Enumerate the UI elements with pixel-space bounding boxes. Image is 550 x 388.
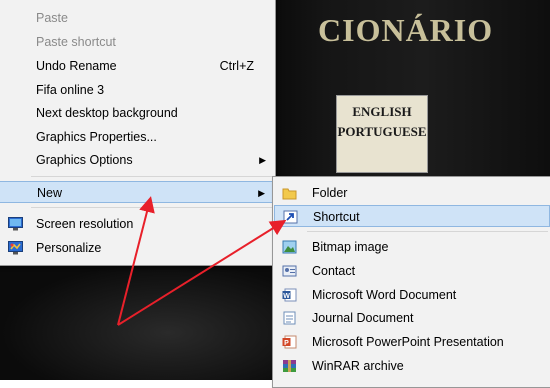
menu-item-shortcut-key: Ctrl+Z (219, 59, 254, 73)
book-label-line: PORTUGUESE (337, 124, 427, 139)
submenu-item-folder[interactable]: Folder (274, 182, 550, 204)
submenu-item-label: Bitmap image (312, 240, 389, 254)
powerpoint-icon: P (282, 335, 297, 349)
menu-item-personalize[interactable]: Personalize (0, 237, 274, 259)
menu-separator (31, 207, 272, 208)
menu-item-fifa-online[interactable]: Fifa online 3 (0, 79, 274, 101)
menu-item-label: Paste shortcut (36, 35, 116, 49)
menu-item-new[interactable]: New ▶ (0, 181, 274, 203)
menu-item-label: Screen resolution (36, 217, 134, 231)
word-icon: W (282, 288, 297, 302)
svg-text:P: P (284, 340, 289, 347)
menu-item-label: Fifa online 3 (36, 83, 105, 97)
background-shadow (0, 262, 280, 380)
book-label-line: ENGLISH (352, 104, 412, 119)
menu-item-screen-resolution[interactable]: Screen resolution (0, 213, 274, 235)
submenu-item-journal-document[interactable]: Journal Document (274, 307, 550, 329)
menu-item-label: Graphics Options (36, 153, 133, 167)
submenu-arrow-icon: ▶ (258, 188, 265, 198)
submenu-item-shortcut[interactable]: Shortcut (274, 205, 550, 227)
book-label: ENGLISH PORTUGUESE (336, 95, 428, 173)
submenu-item-label: Microsoft PowerPoint Presentation (312, 335, 504, 349)
submenu-item-label: Folder (312, 186, 348, 200)
submenu-item-label: WinRAR archive (312, 359, 404, 373)
submenu-item-bitmap-image[interactable]: Bitmap image (274, 236, 550, 258)
submenu-item-powerpoint-presentation[interactable]: P Microsoft PowerPoint Presentation (274, 331, 550, 353)
menu-item-label: Graphics Properties... (36, 130, 157, 144)
menu-item-undo-rename[interactable]: Undo Rename Ctrl+Z (0, 55, 274, 77)
contact-icon (282, 265, 297, 277)
menu-item-paste-shortcut[interactable]: Paste shortcut (0, 31, 274, 53)
journal-icon (283, 311, 296, 325)
menu-item-label: Personalize (36, 241, 102, 255)
folder-icon (282, 188, 297, 200)
submenu-item-label: Journal Document (312, 311, 414, 325)
submenu-item-label: Shortcut (313, 210, 360, 224)
book-title: CIONÁRIO (318, 12, 494, 48)
submenu-arrow-icon: ▶ (259, 155, 266, 165)
new-submenu: Folder Shortcut Bitmap image Contact W M… (272, 176, 550, 388)
shortcut-icon (283, 210, 298, 224)
submenu-item-word-document[interactable]: W Microsoft Word Document (274, 284, 550, 306)
menu-item-label: New (37, 186, 63, 200)
menu-separator (307, 231, 548, 232)
personalize-icon (8, 241, 23, 255)
bitmap-icon (282, 240, 297, 254)
menu-item-paste[interactable]: Paste (0, 7, 274, 29)
submenu-item-contact[interactable]: Contact (274, 260, 550, 282)
menu-item-graphics-properties[interactable]: Graphics Properties... (0, 126, 274, 148)
submenu-item-label: Contact (312, 264, 356, 278)
monitor-icon (8, 217, 23, 231)
menu-item-label: Undo Rename (36, 59, 117, 73)
menu-item-label: Paste (36, 11, 68, 25)
desktop-context-menu: Paste Paste shortcut Undo Rename Ctrl+Z … (0, 0, 276, 266)
menu-separator (31, 176, 272, 177)
menu-item-label: Next desktop background (36, 106, 178, 120)
menu-item-next-desktop-background[interactable]: Next desktop background (0, 102, 274, 124)
svg-text:W: W (283, 293, 290, 300)
submenu-item-winrar-archive[interactable]: WinRAR archive (274, 355, 550, 377)
winrar-icon (283, 360, 296, 372)
submenu-item-label: Microsoft Word Document (312, 288, 457, 302)
menu-item-graphics-options[interactable]: Graphics Options ▶ (0, 149, 274, 171)
